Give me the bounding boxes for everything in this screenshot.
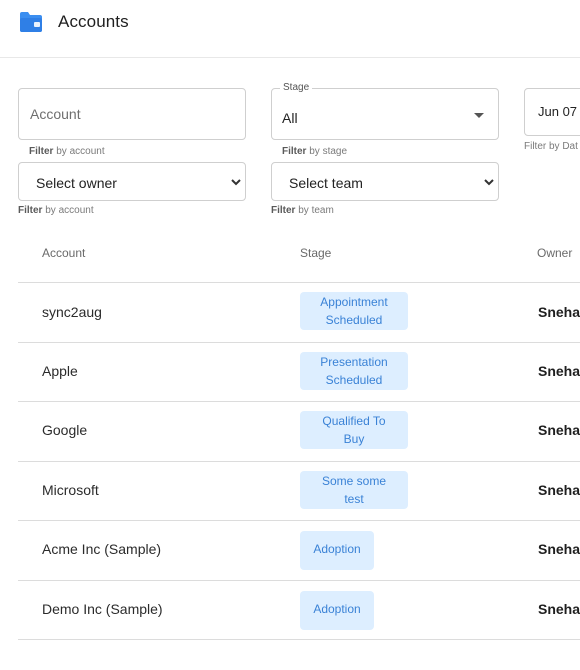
stage-filter-hint: Filter by stage [282, 146, 348, 157]
account-name[interactable]: Microsoft [42, 482, 99, 498]
owner-name: Sneha [538, 482, 580, 498]
column-header-account[interactable]: Account [42, 246, 85, 260]
account-name[interactable]: Google [42, 422, 87, 438]
stage-select-value: All [282, 110, 298, 126]
folder-icon [20, 12, 42, 32]
account-name[interactable]: sync2aug [42, 304, 102, 320]
account-filter-placeholder: Account [30, 106, 81, 122]
account-filter-input[interactable]: Account [18, 88, 246, 140]
table-row[interactable]: Apple Presentation Scheduled Sneha [18, 343, 580, 402]
owner-name: Sneha [538, 601, 580, 617]
team-filter-hint: Filter by team [271, 205, 334, 216]
stage-badge: Presentation Scheduled [300, 352, 408, 390]
stage-badge: Adoption [300, 591, 374, 630]
team-select-value: Select team [289, 175, 363, 191]
stage-badge: Appointment Scheduled [300, 292, 408, 330]
owner-name: Sneha [538, 363, 580, 379]
account-name[interactable]: Apple [42, 363, 78, 379]
column-header-stage[interactable]: Stage [300, 246, 331, 260]
chevron-down-icon [231, 179, 241, 186]
account-name[interactable]: Demo Inc (Sample) [42, 601, 163, 617]
stage-badge: Qualified To Buy [300, 411, 408, 449]
page-title: Accounts [58, 12, 129, 31]
table-row[interactable]: sync2aug Appointment Scheduled Sneha [18, 283, 580, 343]
table-row[interactable]: Demo Inc (Sample) Adoption Sneha [18, 581, 580, 640]
owner-filter-hint: Filter by account [18, 205, 94, 216]
stage-select[interactable]: Stage All [271, 82, 499, 140]
date-filter-hint: Filter by Dat [524, 141, 578, 152]
table-row[interactable]: Microsoft Some some test Sneha [18, 462, 580, 521]
date-filter-input[interactable]: Jun 07 [524, 88, 580, 136]
page-header: Accounts [0, 0, 580, 58]
chevron-down-icon [484, 179, 494, 186]
account-name[interactable]: Acme Inc (Sample) [42, 541, 161, 557]
stage-badge: Adoption [300, 531, 374, 570]
team-select[interactable]: Select team [271, 162, 499, 201]
table-row[interactable]: Google Qualified To Buy Sneha [18, 402, 580, 462]
owner-select-value: Select owner [36, 175, 117, 191]
owner-name: Sneha [538, 304, 580, 320]
stage-badge: Some some test [300, 471, 408, 509]
account-filter-hint: Filter by account [29, 146, 105, 157]
owner-select[interactable]: Select owner [18, 162, 246, 201]
column-header-owner[interactable]: Owner [537, 246, 572, 260]
table-row[interactable]: Acme Inc (Sample) Adoption Sneha [18, 521, 580, 581]
date-filter-value: Jun 07 [538, 104, 578, 119]
stage-select-label: Stage [280, 82, 313, 93]
table-header: Account Stage Owner [18, 233, 580, 283]
dropdown-arrow-icon [474, 113, 484, 118]
owner-name: Sneha [538, 541, 580, 557]
owner-name: Sneha [538, 422, 580, 438]
